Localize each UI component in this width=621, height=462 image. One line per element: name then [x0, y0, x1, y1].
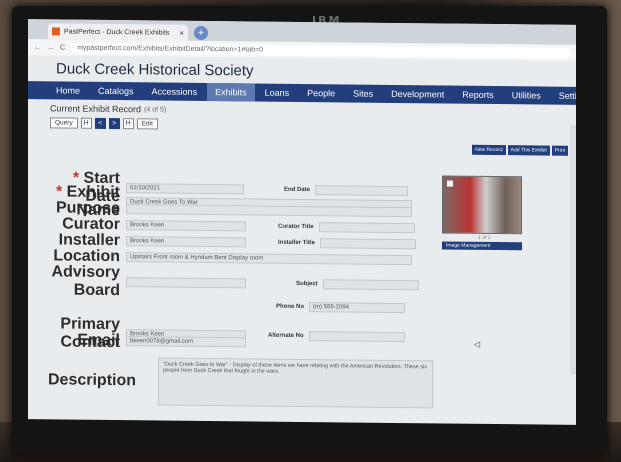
forward-button[interactable]: → [47, 44, 54, 51]
last-record-button[interactable]: H [122, 118, 134, 130]
installer-field[interactable]: Brooks Keen [126, 236, 246, 248]
nav-sites[interactable]: Sites [345, 84, 381, 102]
prev-record-button[interactable]: < [94, 117, 106, 129]
app-title: Duck Creek Historical Society [56, 59, 254, 79]
nav-reports[interactable]: Reports [454, 86, 502, 104]
alternate-label: Alternate No [268, 332, 304, 340]
print-button[interactable]: Print [551, 145, 568, 156]
favicon-icon [52, 27, 60, 36]
email-field[interactable]: bkeen0078@gmail.com [126, 336, 246, 348]
curator-title-label: Curator Title [278, 223, 314, 231]
new-record-button[interactable]: New Record [472, 144, 506, 156]
screen: PastPerfect - Duck Creek Exhibits × + ← … [28, 19, 576, 425]
nav-catalogs[interactable]: Catalogs [90, 82, 142, 101]
image-management-button[interactable]: Image Management [442, 241, 522, 251]
add-exhibit-button[interactable]: Add This Exhibit [507, 145, 550, 156]
advisory-board-label: Advisory Board [51, 263, 120, 300]
nav-exhibits[interactable]: Exhibits [207, 83, 255, 102]
mouse-cursor-icon: ◁ [474, 339, 481, 349]
nav-people[interactable]: People [299, 84, 343, 102]
close-tab-icon[interactable]: × [179, 28, 184, 37]
curator-field[interactable]: Brooks Keen [126, 220, 246, 232]
email-label: Email [77, 331, 120, 350]
email-row: Email bkeen0078@gmail.com [48, 331, 246, 351]
advisory-board-row: Advisory Board Subject [48, 263, 419, 303]
installer-title-label: Installer Title [278, 239, 315, 247]
photo-select-icon [447, 180, 453, 187]
subject-field[interactable] [322, 279, 419, 291]
tab-title: PastPerfect - Duck Creek Exhibits [64, 28, 170, 37]
description-field[interactable]: "Duck Creek Goes to War" - Display of th… [158, 357, 433, 409]
description-label: Description [48, 371, 137, 390]
nav-loans[interactable]: Loans [257, 84, 298, 102]
page-title: Current Exhibit Record [50, 103, 142, 115]
description-row: Description [48, 371, 137, 390]
alternate-field[interactable] [308, 331, 405, 343]
location-field[interactable]: Upstairs Front room & Hyndam Bent Displa… [126, 252, 412, 266]
exhibit-photo[interactable] [442, 175, 522, 235]
record-actions: New Record Add This Exhibit Print [472, 144, 568, 156]
subject-label: Subject [296, 280, 318, 288]
reload-button[interactable]: C [60, 44, 65, 51]
nav-utilities[interactable]: Utilities [504, 86, 549, 104]
query-button[interactable]: Query [50, 117, 78, 129]
phone-field[interactable]: (m) 555-2094 [309, 302, 405, 314]
back-button[interactable]: ← [34, 44, 41, 51]
phone-label: Phone No [276, 303, 304, 311]
browser-tab[interactable]: PastPerfect - Duck Creek Exhibits × [48, 23, 188, 41]
edit-button[interactable]: Edit [136, 118, 158, 130]
nav-development[interactable]: Development [383, 85, 452, 104]
next-record-button[interactable]: > [108, 117, 120, 130]
curator-title-field[interactable] [318, 222, 415, 234]
record-counter: (4 of 5) [144, 105, 167, 114]
scrollbar[interactable] [570, 124, 576, 375]
photo-caption: 1 of 1 [478, 234, 491, 241]
nav-settings[interactable]: Settings [551, 87, 576, 106]
nav-home[interactable]: Home [48, 81, 88, 99]
first-record-button[interactable]: H [80, 117, 92, 129]
url-text: mypastperfect.com/Exhibits/ExhibitDetail… [77, 44, 264, 54]
purpose-field[interactable] [126, 204, 412, 218]
installer-title-field[interactable] [319, 238, 416, 250]
nav-accessions[interactable]: Accessions [144, 82, 206, 101]
new-tab-button[interactable]: + [194, 25, 208, 41]
advisory-board-field[interactable] [126, 277, 246, 289]
